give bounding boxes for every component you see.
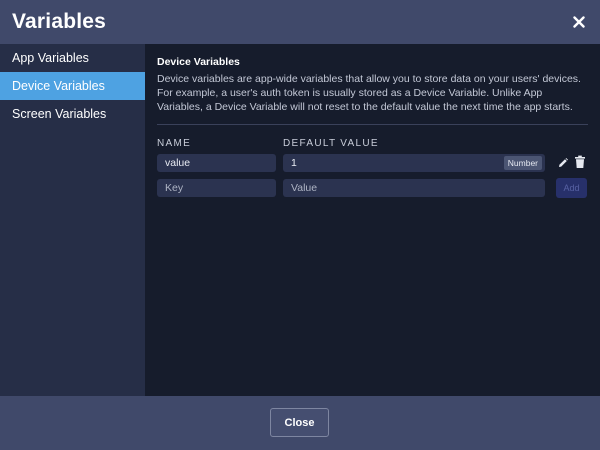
close-icon[interactable] [570, 13, 588, 31]
column-header-name: NAME [157, 138, 192, 149]
type-badge: Number [503, 156, 542, 170]
variable-default-value-field[interactable]: 1 Number [283, 154, 545, 172]
variable-name-field[interactable]: value [157, 154, 276, 172]
dialog-title: Variables [12, 10, 107, 33]
divider [157, 124, 588, 125]
sidebar-item-label: Screen Variables [12, 107, 107, 121]
dialog-header: Variables [0, 0, 600, 44]
sidebar-item-device-variables[interactable]: Device Variables [0, 72, 145, 100]
sidebar-item-label: App Variables [12, 51, 89, 65]
sidebar-item-label: Device Variables [12, 79, 105, 93]
column-header-default-value: DEFAULT VALUE [283, 138, 379, 149]
pencil-icon[interactable] [556, 156, 570, 170]
variable-default-value: 1 [291, 157, 297, 169]
close-button[interactable]: Close [270, 408, 329, 437]
sidebar: App Variables Device Variables Screen Va… [0, 44, 145, 396]
section-description: Device variables are app-wide variables … [157, 73, 581, 113]
variable-name-value: value [165, 157, 191, 169]
section-title: Device Variables [157, 56, 240, 68]
trash-icon[interactable] [573, 155, 587, 169]
new-key-input[interactable] [157, 179, 276, 197]
sidebar-item-app-variables[interactable]: App Variables [0, 44, 145, 72]
dialog-footer: Close [0, 396, 600, 450]
main-panel: Device Variables Device variables are ap… [145, 44, 600, 396]
add-button[interactable]: Add [556, 178, 587, 198]
new-value-input[interactable] [283, 179, 545, 197]
variables-dialog: Variables App Variables Device Variables… [0, 0, 600, 450]
sidebar-item-screen-variables[interactable]: Screen Variables [0, 100, 145, 128]
